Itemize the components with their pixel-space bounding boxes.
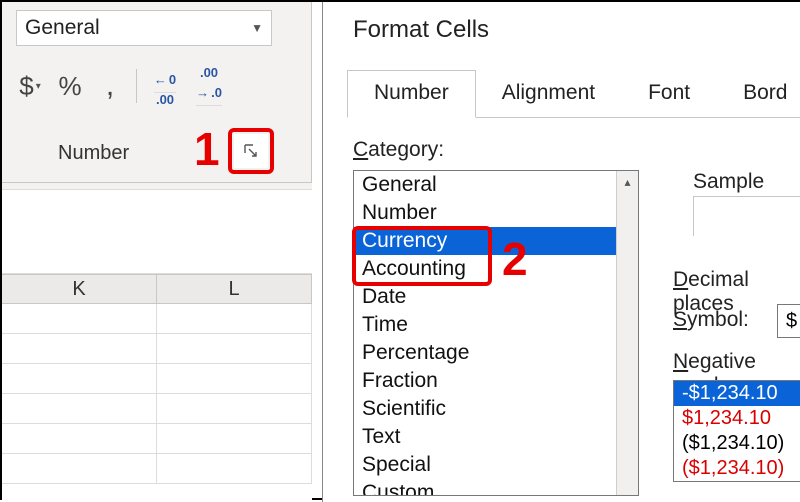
category-item-percentage[interactable]: Percentage (354, 339, 638, 367)
tab-number[interactable]: Number (347, 70, 476, 118)
dialog-title: Format Cells (353, 16, 489, 44)
negative-option[interactable]: $1,234.10 (674, 406, 800, 431)
sample-box (693, 196, 800, 236)
dialog-tabs: Number Alignment Font Bord (347, 70, 800, 118)
listbox-scrollbar[interactable]: ▴ (616, 171, 638, 495)
category-item-custom[interactable]: Custom (354, 479, 638, 496)
category-item-currency[interactable]: Currency (354, 227, 638, 255)
ribbon-group-label: Number (58, 142, 129, 165)
percent-style-button[interactable]: % (50, 66, 90, 106)
category-label: Category: (353, 138, 444, 162)
spreadsheet-grid[interactable]: K L (2, 182, 312, 502)
category-item-date[interactable]: Date (354, 283, 638, 311)
dialog-launcher-icon (244, 144, 258, 158)
arrow-left-icon (154, 73, 167, 86)
formula-bar-area (2, 190, 312, 274)
grid-row[interactable] (2, 364, 312, 394)
column-header-k[interactable]: K (2, 275, 157, 303)
category-item-scientific[interactable]: Scientific (354, 395, 638, 423)
category-item-number[interactable]: Number (354, 199, 638, 227)
grid-row[interactable] (2, 304, 312, 334)
column-headers[interactable]: K L (2, 274, 312, 304)
tab-alignment[interactable]: Alignment (475, 70, 622, 118)
negative-option[interactable]: -$1,234.10 (674, 381, 800, 406)
symbol-label: Symbol: (673, 308, 749, 332)
negative-option[interactable]: ($1,234.10) (674, 456, 800, 481)
grid-row[interactable] (2, 394, 312, 424)
decrease-decimal-button[interactable]: .00 .0 (187, 66, 231, 106)
negative-option[interactable]: ($1,234.10) (674, 431, 800, 456)
category-item-accounting[interactable]: Accounting (354, 255, 638, 283)
tab-border[interactable]: Bord (716, 70, 800, 118)
grid-row[interactable] (2, 454, 312, 484)
grid-row[interactable] (2, 334, 312, 364)
number-format-tools: $ % , 0 .00 .00 .0 (10, 64, 231, 108)
scroll-up-icon: ▴ (624, 175, 630, 495)
number-format-dropdown[interactable]: General ▼ (16, 10, 272, 46)
category-listbox[interactable]: General Number Currency Accounting Date … (353, 170, 639, 496)
category-item-general[interactable]: General (354, 171, 638, 199)
increase-decimal-button[interactable]: 0 .00 (143, 66, 187, 106)
number-format-value: General (25, 16, 100, 40)
tab-font[interactable]: Font (621, 70, 717, 118)
category-item-text[interactable]: Text (354, 423, 638, 451)
ribbon-border (2, 182, 312, 190)
category-item-time[interactable]: Time (354, 311, 638, 339)
chevron-down-icon: ▼ (251, 21, 263, 35)
category-item-special[interactable]: Special (354, 451, 638, 479)
column-header-l[interactable]: L (157, 275, 312, 303)
grid-rows[interactable] (2, 304, 312, 484)
comma-style-button[interactable]: , (90, 66, 130, 106)
negative-numbers-listbox[interactable]: -$1,234.10 $1,234.10 ($1,234.10) ($1,234… (673, 380, 800, 482)
arrow-right-icon (196, 86, 209, 99)
format-cells-dialog: Format Cells Number Alignment Font Bord … (322, 2, 800, 502)
separator (136, 69, 137, 103)
category-item-fraction[interactable]: Fraction (354, 367, 638, 395)
grid-row[interactable] (2, 424, 312, 454)
sample-label: Sample (693, 170, 764, 194)
accounting-format-button[interactable]: $ (10, 66, 50, 106)
symbol-dropdown[interactable]: $ (777, 304, 800, 338)
ribbon-number-group: General ▼ $ % , 0 .00 .00 .0 Number (2, 2, 312, 182)
dialog-launcher-button[interactable] (234, 134, 268, 168)
